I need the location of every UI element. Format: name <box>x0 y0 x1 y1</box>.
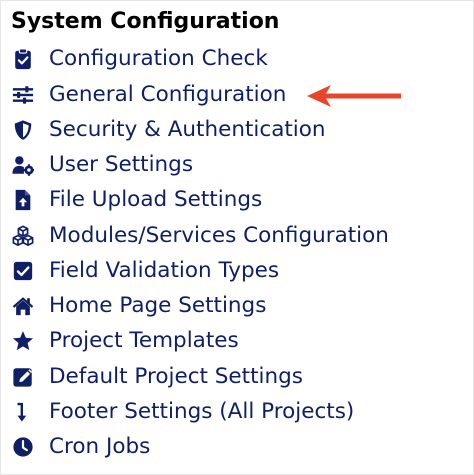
menu-item-label: Modules/Services Configuration <box>49 222 389 248</box>
cubes-icon <box>11 224 35 248</box>
shield-icon <box>11 118 35 142</box>
clipboard-check-icon <box>11 47 35 71</box>
menu-item-label: Home Page Settings <box>49 292 267 318</box>
menu-item-general-configuration[interactable]: General Configuration <box>11 78 286 111</box>
file-upload-icon <box>11 188 35 212</box>
level-down-icon <box>11 400 35 424</box>
menu-item-label: Configuration Check <box>49 45 268 71</box>
menu-item-file-upload-settings[interactable]: File Upload Settings <box>11 183 262 216</box>
system-configuration-menu: System Configuration Configuration Check… <box>0 0 474 475</box>
check-square-icon <box>11 259 35 283</box>
menu-item-label: Default Project Settings <box>49 363 303 389</box>
menu-item-user-settings[interactable]: User Settings <box>11 148 193 181</box>
menu-item-home-page-settings[interactable]: Home Page Settings <box>11 289 266 322</box>
menu-item-project-templates[interactable]: Project Templates <box>11 324 239 357</box>
menu-item-label: Field Validation Types <box>49 257 280 283</box>
menu-item-security-authentication[interactable]: Security & Authentication <box>11 113 326 146</box>
menu-item-modules-services-configuration[interactable]: Modules/Services Configuration <box>11 219 389 252</box>
menu-item-footer-settings[interactable]: Footer Settings (All Projects) <box>11 395 354 428</box>
menu-item-label: User Settings <box>49 151 194 177</box>
edit-icon <box>11 365 35 389</box>
annotation-arrow <box>307 85 401 107</box>
menu-item-default-project-settings[interactable]: Default Project Settings <box>11 360 303 393</box>
menu-item-label: Footer Settings (All Projects) <box>49 398 355 424</box>
home-icon <box>11 294 35 318</box>
clock-icon <box>11 435 35 459</box>
menu-item-field-validation-types[interactable]: Field Validation Types <box>11 254 279 287</box>
menu-item-label: Cron Jobs <box>49 433 151 459</box>
menu-item-configuration-check[interactable]: Configuration Check <box>11 42 268 75</box>
sliders-icon <box>11 83 35 107</box>
menu-item-cron-jobs[interactable]: Cron Jobs <box>11 430 150 463</box>
users-cog-icon <box>11 153 35 177</box>
menu-title: System Configuration <box>11 9 280 34</box>
star-icon <box>11 329 35 353</box>
menu-item-label: Security & Authentication <box>49 116 326 142</box>
menu-item-label: File Upload Settings <box>49 186 263 212</box>
menu-item-label: General Configuration <box>49 81 287 107</box>
menu-item-label: Project Templates <box>49 327 239 353</box>
